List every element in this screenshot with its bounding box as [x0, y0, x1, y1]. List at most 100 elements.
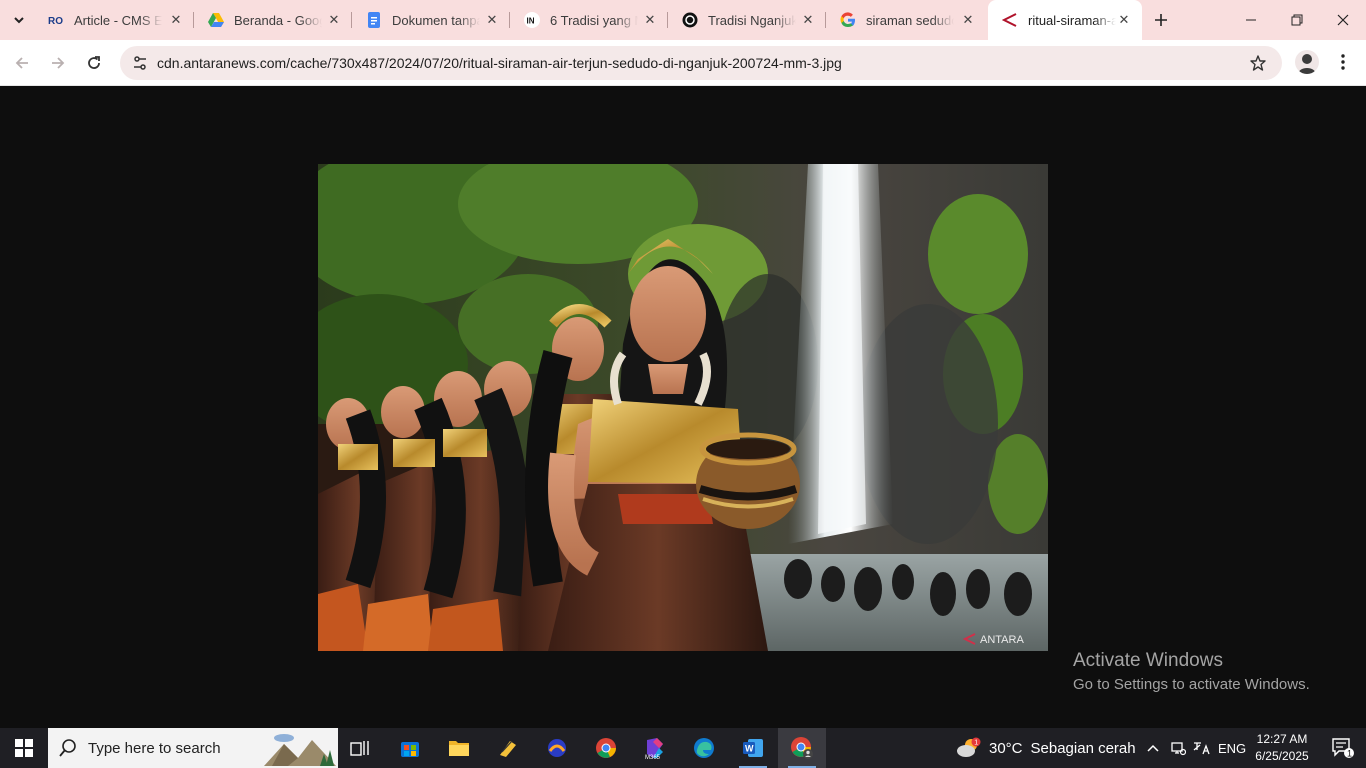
svg-text:ANTARA: ANTARA: [980, 634, 1024, 646]
close-icon[interactable]: ✕: [642, 12, 658, 28]
store-button[interactable]: [386, 728, 434, 768]
bookmark-star-icon[interactable]: [1248, 53, 1268, 73]
tab-title: Article - CMS ED: [74, 12, 162, 28]
tab-title: Beranda - Google Drive: [234, 12, 322, 28]
minimize-icon: [1246, 19, 1256, 21]
language-code: ENG: [1218, 740, 1247, 756]
windows-taskbar: Type here to search M365 W 1 30°C Sebagi…: [0, 728, 1366, 768]
chrome-profile-button[interactable]: [778, 728, 826, 768]
antara-icon: [1002, 12, 1018, 28]
forward-button[interactable]: [44, 49, 72, 77]
tab-title: ritual-siraman-air: [1028, 12, 1116, 28]
restore-button[interactable]: [1274, 0, 1320, 40]
system-clock[interactable]: 12:27 AM 6/25/2025: [1247, 731, 1317, 765]
url-text[interactable]: cdn.antaranews.com/cache/730x487/2024/07…: [157, 55, 842, 71]
notifications-button[interactable]: 1: [1320, 728, 1366, 768]
reload-button[interactable]: [80, 49, 108, 77]
weather-temp: 30°C: [989, 739, 1023, 757]
start-button[interactable]: [0, 728, 48, 768]
edge-button[interactable]: [680, 728, 728, 768]
app-button-2[interactable]: [533, 728, 581, 768]
chrome-profile-icon: [791, 737, 813, 759]
clock-time: 12:27 AM: [1256, 732, 1308, 746]
network-button[interactable]: [1168, 728, 1188, 768]
browser-menu-button[interactable]: [1333, 51, 1353, 73]
activate-windows-subtitle: Go to Settings to activate Windows.: [1073, 676, 1310, 693]
ro-icon: RO: [48, 12, 64, 28]
new-tab-button[interactable]: [1149, 8, 1173, 32]
taskbar-search[interactable]: Type here to search: [48, 728, 338, 768]
close-icon[interactable]: ✕: [960, 12, 976, 28]
arrow-left-icon: [15, 57, 28, 69]
file-explorer-icon: [449, 741, 469, 756]
tab-ritual-siraman[interactable]: ritual-siraman-air ✕: [988, 0, 1142, 40]
tab-article-cms[interactable]: RO Article - CMS ED ✕: [34, 0, 194, 40]
clock-date: 6/25/2025: [1255, 749, 1309, 763]
tab-title: Tradisi Nganjuk: [708, 12, 796, 28]
google-icon: [840, 12, 856, 28]
store-icon: [401, 742, 419, 757]
network-icon: [1171, 742, 1186, 756]
ime-button[interactable]: [1191, 728, 1211, 768]
file-explorer-button[interactable]: [435, 728, 483, 768]
minimize-button[interactable]: [1228, 0, 1274, 40]
weather-condition: Sebagian cerah: [1030, 739, 1136, 757]
language-indicator[interactable]: ENG: [1218, 728, 1246, 768]
svg-text:1: 1: [1347, 749, 1352, 759]
close-icon[interactable]: ✕: [1116, 12, 1132, 28]
tab-search-button[interactable]: [6, 7, 32, 33]
waterfall-ceremony-photo: ANTARA: [318, 164, 1048, 651]
m365-button[interactable]: M365: [631, 728, 679, 768]
plus-icon: [1155, 14, 1167, 26]
close-icon[interactable]: ✕: [326, 12, 342, 28]
show-hidden-icons-button[interactable]: [1144, 728, 1162, 768]
close-icon: [1337, 14, 1349, 26]
activate-windows-notice: Activate Windows Go to Settings to activ…: [1073, 650, 1310, 693]
more-vert-icon: [1341, 54, 1345, 70]
reload-icon: [88, 56, 100, 69]
tab-tradisi-nganjuk[interactable]: Tradisi Nganjuk ✕: [668, 0, 826, 40]
search-placeholder: Type here to search: [88, 740, 221, 757]
tab-siraman-sedudo[interactable]: siraman sedudo ✕: [826, 0, 986, 40]
avatar-icon: [1298, 54, 1316, 74]
svg-text:RO: RO: [48, 16, 63, 27]
svg-text:1: 1: [974, 740, 978, 747]
chevron-down-icon: [14, 17, 24, 24]
browser-toolbar: cdn.antaranews.com/cache/730x487/2024/07…: [0, 40, 1366, 86]
tab-strip: RO Article - CMS ED ✕ Beranda - Google D…: [0, 0, 1366, 40]
image-viewer: ANTARA Activate Windows Go to Settings t…: [0, 87, 1366, 728]
back-button[interactable]: [8, 49, 36, 77]
chrome-icon: [596, 738, 616, 758]
drive-icon: [208, 12, 224, 28]
profile-avatar[interactable]: [1295, 50, 1319, 74]
tab-title: Dokumen tanpa judul: [392, 12, 480, 28]
task-view-icon: [350, 741, 369, 756]
word-button[interactable]: W: [729, 728, 777, 768]
address-bar[interactable]: cdn.antaranews.com/cache/730x487/2024/07…: [120, 46, 1282, 80]
site-info-icon[interactable]: [128, 51, 152, 75]
app-icon: [500, 740, 516, 757]
tab-title: siraman sedudo: [866, 12, 954, 28]
in-icon: IN: [524, 12, 540, 28]
close-icon[interactable]: ✕: [168, 12, 184, 28]
tab-dokumen[interactable]: Dokumen tanpa judul ✕: [352, 0, 510, 40]
edge-icon: [694, 738, 714, 758]
weather-widget[interactable]: 1 30°C Sebagian cerah: [956, 728, 1136, 768]
tab-google-drive[interactable]: Beranda - Google Drive ✕: [194, 0, 352, 40]
close-window-button[interactable]: [1320, 0, 1366, 40]
close-icon[interactable]: ✕: [800, 12, 816, 28]
task-view-button[interactable]: [336, 728, 384, 768]
weather-cloud-sun-icon: 1: [957, 737, 981, 757]
arrow-right-icon: [52, 57, 65, 69]
search-icon: [59, 739, 76, 757]
close-icon[interactable]: ✕: [484, 12, 500, 28]
app-button[interactable]: [484, 728, 532, 768]
svg-text:M365: M365: [645, 755, 661, 760]
m365-icon: M365: [645, 738, 663, 760]
tab-6-tradisi[interactable]: IN 6 Tradisi yang Masih ✕: [510, 0, 668, 40]
chrome-button[interactable]: [582, 728, 630, 768]
activate-windows-title: Activate Windows: [1073, 650, 1223, 671]
notification-icon: 1: [1332, 738, 1354, 759]
chevron-up-icon: [1147, 744, 1159, 752]
svg-text:W: W: [745, 744, 754, 754]
